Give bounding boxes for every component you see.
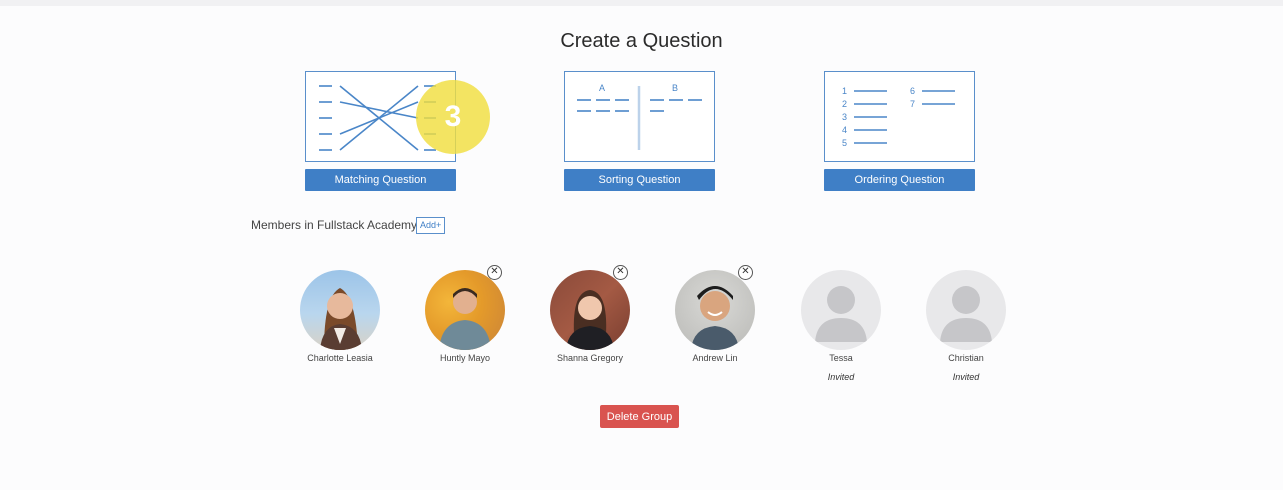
member-name: Andrew Lin bbox=[692, 353, 738, 363]
members-section-label: Members in Fullstack Academy bbox=[251, 218, 418, 232]
ordering-number: 3 bbox=[842, 112, 847, 122]
ordering-question-card[interactable]: 1 2 3 4 5 6 7 Ordering Question bbox=[824, 71, 975, 191]
sorting-diagram-icon[interactable]: A B bbox=[564, 71, 715, 162]
invited-status: Invited bbox=[952, 372, 980, 382]
avatar[interactable] bbox=[550, 270, 630, 350]
member-name: Charlotte Leasia bbox=[307, 353, 373, 363]
delete-group-button[interactable]: Delete Group bbox=[600, 405, 679, 428]
add-member-button[interactable]: Add+ bbox=[416, 217, 446, 234]
default-avatar-icon[interactable] bbox=[926, 270, 1006, 350]
remove-member-icon[interactable]: ✕ bbox=[613, 265, 628, 280]
page-title: Create a Question bbox=[560, 30, 723, 52]
sorting-question-card[interactable]: A B Sorting Question bbox=[564, 71, 715, 191]
ordering-diagram-icon[interactable]: 1 2 3 4 5 6 7 bbox=[824, 71, 975, 162]
member-card: Charlotte Leasia bbox=[280, 270, 400, 363]
avatar[interactable] bbox=[300, 270, 380, 350]
ordering-number: 7 bbox=[910, 99, 915, 109]
matching-question-button[interactable]: Matching Question bbox=[305, 169, 456, 191]
ordering-number: 4 bbox=[842, 125, 847, 135]
remove-member-icon[interactable]: ✕ bbox=[487, 265, 502, 280]
ordering-number: 6 bbox=[910, 86, 915, 96]
member-card: Christian Invited bbox=[906, 270, 1026, 382]
ordering-number: 2 bbox=[842, 99, 847, 109]
default-avatar-icon[interactable] bbox=[801, 270, 881, 350]
ordering-number: 5 bbox=[842, 138, 847, 148]
member-name: Tessa bbox=[829, 353, 853, 363]
member-card: ✕ Huntly Mayo bbox=[405, 265, 525, 363]
member-name: Shanna Gregory bbox=[556, 353, 624, 363]
member-name: Christian bbox=[948, 353, 984, 363]
member-card: ✕ Andrew Lin bbox=[655, 265, 775, 363]
ordering-question-button[interactable]: Ordering Question bbox=[824, 169, 975, 191]
remove-member-icon[interactable]: ✕ bbox=[738, 265, 753, 280]
invited-status: Invited bbox=[827, 372, 855, 382]
sorting-question-button[interactable]: Sorting Question bbox=[564, 169, 715, 191]
member-name: Huntly Mayo bbox=[439, 353, 491, 363]
avatar[interactable] bbox=[425, 270, 505, 350]
sorting-column-b-label: B bbox=[672, 83, 678, 93]
member-card: Tessa Invited bbox=[781, 270, 901, 382]
ordering-number: 1 bbox=[842, 86, 847, 96]
top-band bbox=[0, 0, 1283, 6]
step-number-badge: 3 bbox=[416, 80, 490, 154]
member-card: ✕ Shanna Gregory bbox=[530, 265, 650, 363]
avatar[interactable] bbox=[675, 270, 755, 350]
sorting-column-a-label: A bbox=[599, 83, 605, 93]
